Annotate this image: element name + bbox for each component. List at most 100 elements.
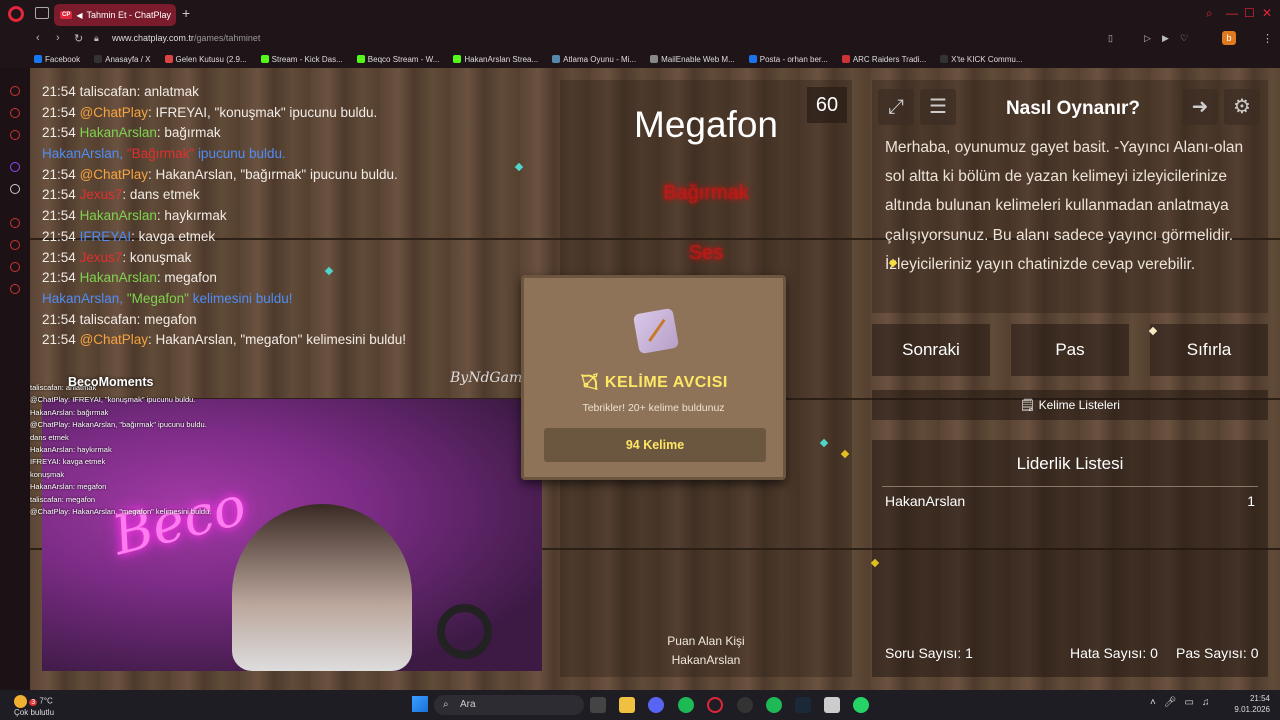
overlay-chat-line: @ChatPlay: HakanArslan, "megafon" kelime…	[30, 507, 212, 517]
chat-message: 21:54 @ChatPlay: HakanArslan, "bağırmak"…	[42, 166, 398, 182]
url-field[interactable]: www.chatplay.com.tr/games/tahminet	[112, 33, 260, 43]
steering-wheel-image	[437, 604, 492, 659]
pinboard-icon[interactable]	[10, 262, 20, 272]
error-count: Hata Sayısı: 0	[1070, 645, 1158, 661]
scorer-label: Puan Alan Kişi	[667, 634, 745, 648]
messenger-icon[interactable]	[10, 108, 20, 118]
system-tray[interactable]: ˄🎤︎▭♫	[1150, 697, 1217, 708]
chat-log: 21:54 taliscafan: anlatmak 21:54 @ChatPla…	[42, 82, 542, 351]
howto-text: Merhaba, oyunumuz gayet basit. -Yayıncı …	[885, 139, 1244, 273]
speaker-icon: ◀	[76, 10, 83, 20]
overlay-chat-line: HakanArslan: bağırmak	[30, 407, 109, 417]
discord-icon[interactable]	[648, 697, 664, 713]
reset-button[interactable]: Sıfırla	[1150, 324, 1268, 376]
bookmark-arc-raiders[interactable]: ARC Raiders Tradi...	[841, 54, 926, 64]
bookmark-beqco-stream[interactable]: Beqco Stream - W...	[356, 54, 439, 64]
workspaces-icon[interactable]	[35, 7, 49, 19]
tab-chatplay[interactable]: CP ◀ Tahmin Et - ChatPlay	[54, 4, 176, 26]
minimize-button[interactable]: —	[1226, 6, 1238, 20]
file-explorer-icon[interactable]	[619, 697, 635, 713]
howto-panel: ⤢ ☰ Nasıl Oynanır? ➜ ⚙ Merhaba, oyunumuz…	[872, 80, 1268, 313]
weather-widget[interactable]: 3 7°C Çok bulutlu	[14, 695, 54, 718]
history-icon[interactable]	[10, 240, 20, 250]
bookmark-gmail[interactable]: Gelen Kutusu (2.9...	[164, 54, 247, 64]
taskbar-search[interactable]: ⌕ Ara	[434, 695, 584, 715]
bookmark-hakanarslan-stream[interactable]: HakanArslan Strea...	[453, 54, 538, 64]
instagram-icon[interactable]	[10, 130, 20, 140]
x-icon[interactable]	[10, 184, 20, 194]
gear-icon[interactable]: ⚙	[1224, 89, 1260, 125]
chat-message: 21:54 IFREYAI: kavga etmek	[42, 228, 216, 244]
game-stage: 21:54 taliscafan: anlatmak 21:54 @ChatPla…	[30, 68, 1280, 690]
settings-icon[interactable]	[10, 284, 20, 294]
scorer-info: Puan Alan Kişi HakanArslan	[560, 632, 852, 670]
search-tabs-icon[interactable]: ⌕	[1206, 6, 1213, 21]
task-view-icon[interactable]	[590, 697, 606, 713]
word-lists-button[interactable]: 🗒︎ Kelime Listeleri	[872, 390, 1268, 420]
bookmark-x-home[interactable]: Anasayfa / X	[94, 54, 151, 64]
forward-icon[interactable]: ›	[56, 32, 60, 44]
forbidden-word: Ses	[688, 242, 724, 264]
overlay-chat-line: IFREYAI: kavga etmek	[30, 457, 106, 467]
question-count: Soru Sayısı: 1	[885, 645, 973, 661]
tab-title: Tahmin Et - ChatPlay	[86, 10, 172, 20]
chat-message: 21:54 @ChatPlay: HakanArslan, "megafon" …	[42, 332, 407, 348]
address-bar: ‹ › ↻ 🔒︎ www.chatplay.com.tr/games/tahmi…	[0, 28, 1280, 50]
app-icon[interactable]	[824, 697, 840, 713]
obs-icon[interactable]	[737, 697, 753, 713]
notes-icon[interactable]: ☰	[920, 89, 956, 125]
next-button[interactable]: Sonraki	[872, 324, 990, 376]
forbidden-word: Bağırmak	[663, 182, 749, 204]
menu-icon[interactable]: ⋮	[1262, 32, 1273, 45]
chat-message: 21:54 @ChatPlay: IFREYAI, "konuşmak" ipu…	[42, 104, 378, 120]
windows-taskbar	[0, 690, 1280, 720]
opera-logo-icon[interactable]	[8, 6, 24, 22]
heart-icon[interactable]: ♡	[1180, 33, 1188, 44]
bookmark-kick-community[interactable]: X'te KICK Commu...	[940, 54, 1023, 64]
achievement-modal: 🏹︎ KELİME AVCISI Tebrikler! 20+ kelime b…	[521, 275, 786, 480]
close-button[interactable]: ✕	[1262, 6, 1272, 20]
bookmark-mailenable[interactable]: MailEnable Web M...	[650, 54, 735, 64]
spotify-icon[interactable]	[678, 697, 694, 713]
new-tab-button[interactable]: +	[182, 5, 190, 21]
windows-start-icon[interactable]	[412, 696, 428, 712]
extension-icon[interactable]: ▯	[1108, 33, 1113, 44]
word-count-button[interactable]: 94 Kelime	[544, 428, 766, 462]
chat-message: HakanArslan, "Megafon" kelimesini buldu!	[42, 290, 293, 306]
maximize-button[interactable]: ☐	[1244, 6, 1255, 20]
overlay-chat-line: taliscafan: megafon	[30, 494, 96, 504]
overlay-chat-line: dans etmek	[30, 432, 69, 442]
watermark: ByNdGame	[450, 370, 531, 386]
pass-button[interactable]: Pas	[1011, 324, 1129, 376]
profile-avatar[interactable]: b	[1222, 31, 1236, 45]
send-icon[interactable]: ▷	[1144, 33, 1151, 44]
bookmarks-bar: Facebook Anasayfa / X Gelen Kutusu (2.9.…	[0, 50, 1280, 68]
howto-title: Nasıl Oynanır?	[1005, 98, 1141, 119]
reload-icon[interactable]: ↻	[74, 32, 83, 45]
lock-icon: 🔒︎	[94, 33, 99, 43]
twitch-icon[interactable]	[10, 162, 20, 172]
achievement-subtitle: Tebrikler! 20+ kelime buldunuz	[582, 402, 725, 414]
play-icon[interactable]: ▶	[1162, 33, 1169, 44]
leaderboard-row: HakanArslan 1	[885, 493, 1255, 509]
fullscreen-icon[interactable]: ⤢	[878, 89, 914, 125]
steam-icon[interactable]	[795, 697, 811, 713]
back-icon[interactable]: ‹	[36, 32, 40, 44]
bookmark-posta[interactable]: Posta - orhan ber...	[748, 54, 828, 64]
spotify-icon[interactable]	[766, 697, 782, 713]
whatsapp-icon[interactable]	[853, 697, 869, 713]
browser-titlebar: CP ◀ Tahmin Et - ChatPlay + ⌕ — ☐ ✕	[0, 0, 1280, 28]
chat-message: 21:54 Jexus7: konuşmak	[42, 249, 192, 265]
aria-icon[interactable]	[10, 86, 20, 96]
browser-sidebar	[0, 68, 30, 690]
exit-icon[interactable]: ➜	[1182, 89, 1218, 125]
overlay-chat-line: @ChatPlay: HakanArslan, "bağırmak" ipucu…	[30, 420, 207, 430]
clock[interactable]: 21:54 9.01.2026	[1230, 693, 1270, 715]
opera-icon[interactable]	[707, 697, 723, 713]
bookmark-facebook[interactable]: Facebook	[34, 54, 80, 64]
overlay-chat-line: HakanArslan: haykırmak	[30, 445, 112, 455]
player-icon[interactable]	[10, 218, 20, 228]
bookmark-kick-dashboard[interactable]: Stream - Kick Das...	[260, 54, 343, 64]
streamer-image	[232, 504, 412, 671]
bookmark-atlama-oyunu[interactable]: Atlama Oyunu - Mi...	[552, 54, 636, 64]
